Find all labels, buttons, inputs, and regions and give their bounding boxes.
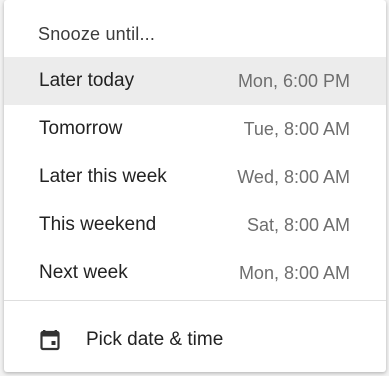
option-this-weekend[interactable]: This weekend Sat, 8:00 AM [4,201,386,249]
option-later-this-week[interactable]: Later this week Wed, 8:00 AM [4,153,386,201]
option-time: Mon, 6:00 PM [237,70,350,91]
menu-header: Snooze until... [38,24,156,44]
option-tomorrow[interactable]: Tomorrow Tue, 8:00 AM [4,105,386,153]
menu-divider [4,300,386,301]
option-time: Sat, 8:00 AM [246,214,350,235]
option-later-today[interactable]: Later today Mon, 6:00 PM [4,57,386,105]
option-next-week[interactable]: Next week Mon, 8:00 AM [4,249,386,297]
snooze-menu: Snooze until... Later today Mon, 6:00 PM… [4,0,386,372]
option-label: Later this week [39,166,167,187]
pick-date-time-button[interactable]: Pick date & time [4,316,386,364]
snooze-options: Later today Mon, 6:00 PM Tomorrow Tue, 8… [4,57,386,297]
option-time: Wed, 8:00 AM [237,166,350,187]
option-label: This weekend [39,214,157,235]
option-time: Tue, 8:00 AM [243,118,350,139]
option-label: Later today [39,70,135,91]
calendar-icon [39,328,63,352]
option-label: Next week [39,262,128,283]
pick-date-time-label: Pick date & time [86,329,224,350]
option-label: Tomorrow [39,118,123,139]
option-time: Mon, 8:00 AM [238,262,350,283]
